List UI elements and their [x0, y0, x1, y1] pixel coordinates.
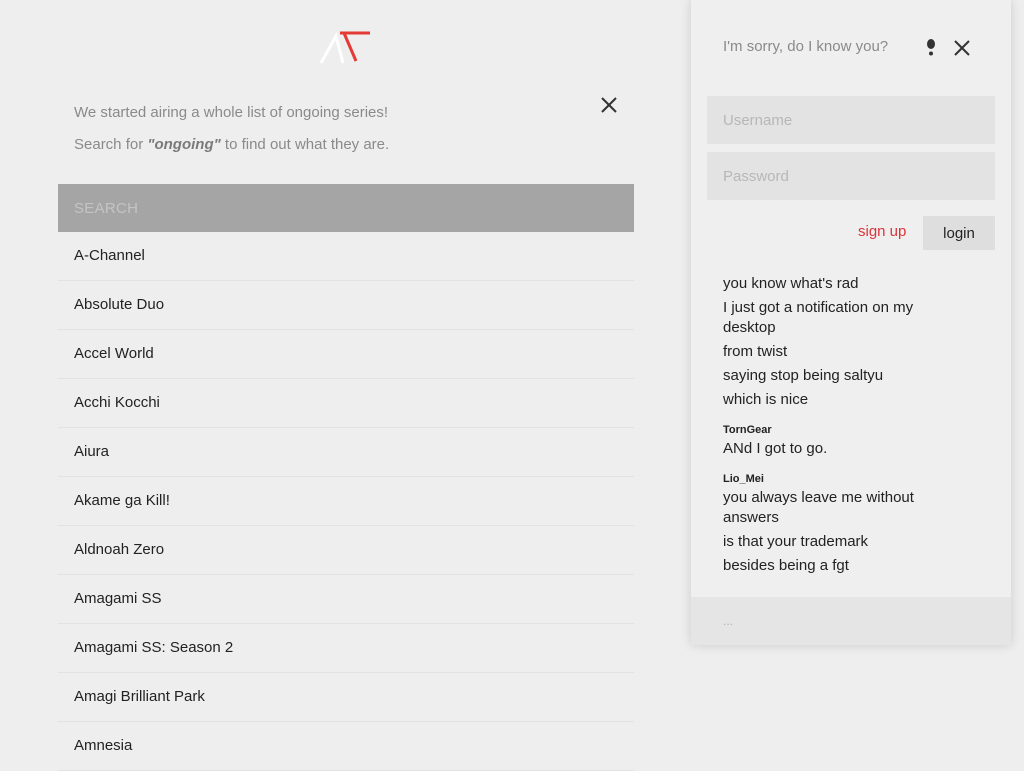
message-group: you know what's rad I just got a notific… — [723, 262, 963, 410]
search-input[interactable] — [58, 184, 634, 232]
close-icon — [601, 97, 617, 113]
series-list: A-Channel Absolute Duo Accel World Acchi… — [58, 232, 634, 771]
series-item[interactable]: Absolute Duo — [58, 281, 634, 330]
site-logo[interactable] — [318, 30, 374, 66]
series-item[interactable]: Amagami SS: Season 2 — [58, 624, 634, 673]
panel-title: I'm sorry, do I know you? — [723, 38, 889, 55]
login-chat-panel: I'm sorry, do I know you? sign up login … — [691, 0, 1011, 645]
chat-input[interactable] — [691, 597, 1011, 645]
message-line: you always leave me without answers — [723, 489, 914, 526]
announcement: We started airing a whole list of ongoin… — [74, 97, 594, 161]
login-button[interactable]: login — [923, 216, 995, 250]
message-author[interactable]: TornGear — [723, 424, 963, 437]
series-item[interactable]: Akame ga Kill! — [58, 477, 634, 526]
message-line: which is nice — [723, 391, 809, 408]
close-icon — [954, 40, 970, 56]
series-item[interactable]: Amagami SS — [58, 575, 634, 624]
message-line: ANd I got to go. — [723, 440, 828, 457]
message-group: Lio_Mei you always leave me without answ… — [723, 463, 963, 576]
message-line: besides being a fgt — [723, 557, 849, 574]
sign-up-link[interactable]: sign up — [858, 223, 906, 240]
series-item[interactable]: Acchi Kocchi — [58, 379, 634, 428]
announcement-suffix: to find out what they are. — [220, 136, 390, 153]
series-item[interactable]: Amagi Brilliant Park — [58, 673, 634, 722]
exclamation-icon — [927, 39, 935, 56]
series-item[interactable]: Amnesia — [58, 722, 634, 771]
series-item[interactable]: Aldnoah Zero — [58, 526, 634, 575]
announcement-prefix: Search for — [74, 136, 148, 153]
username-field[interactable] — [707, 96, 995, 144]
announcement-line-2: Search for "ongoing" to find out what th… — [74, 129, 594, 161]
message-line: I just got a notification on my desktop — [723, 299, 914, 336]
series-item[interactable]: A-Channel — [58, 232, 634, 281]
announcement-keyword: "ongoing" — [147, 136, 221, 153]
notification-button[interactable] — [924, 38, 938, 58]
message-line: saying stop being saltyu — [723, 367, 884, 384]
series-item[interactable]: Aiura — [58, 428, 634, 477]
message-line: from twist — [723, 343, 788, 360]
message-line: you know what's rad — [723, 275, 859, 292]
message-author[interactable]: Lio_Mei — [723, 473, 963, 486]
series-item[interactable]: Accel World — [58, 330, 634, 379]
password-field[interactable] — [707, 152, 995, 200]
message-group: TornGear ANd I got to go. — [723, 414, 963, 459]
announcement-line-1: We started airing a whole list of ongoin… — [74, 104, 389, 121]
close-panel-button[interactable] — [951, 37, 973, 59]
chat-messages[interactable]: , you know what's rad I just got a notif… — [723, 262, 963, 586]
anime-logo-icon — [319, 31, 370, 64]
close-announcement-button[interactable] — [598, 94, 620, 116]
message-line: is that your trademark — [723, 533, 869, 550]
